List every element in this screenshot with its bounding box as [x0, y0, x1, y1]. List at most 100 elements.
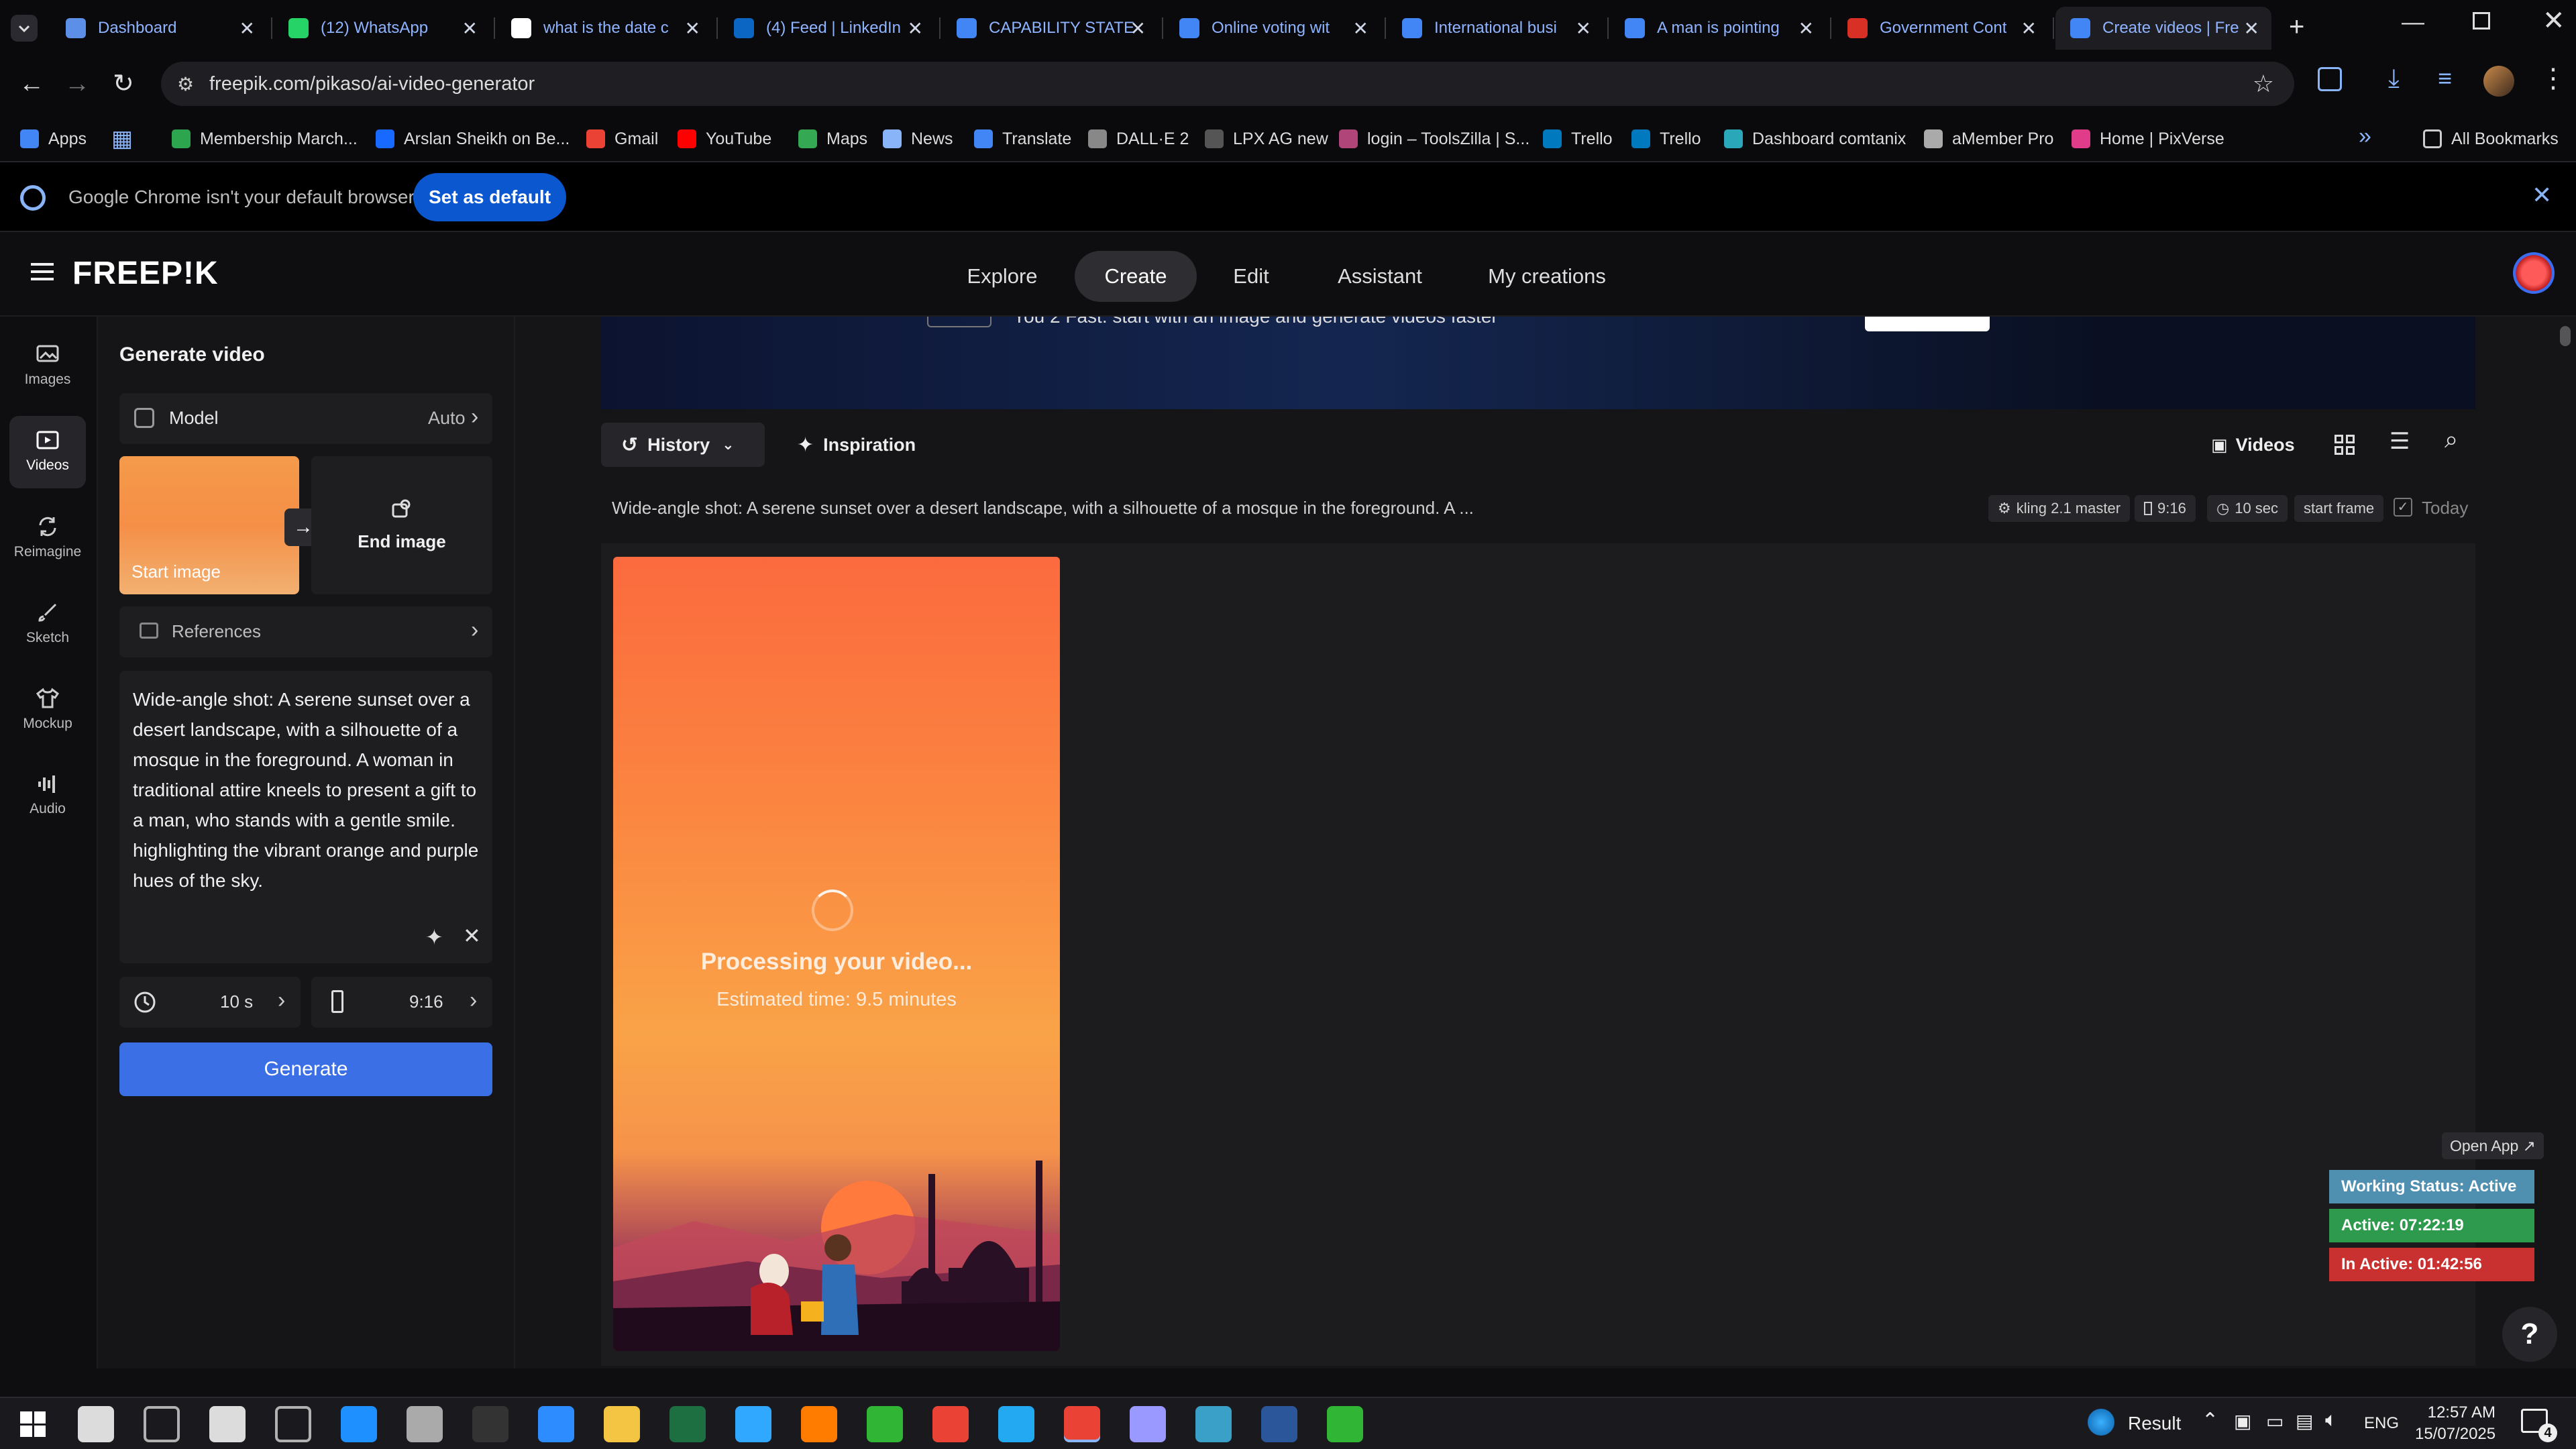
close-tab-icon[interactable]: ✕ — [462, 17, 478, 40]
hamburger-menu-icon[interactable] — [31, 263, 54, 280]
taskbar-app-icon[interactable] — [1130, 1406, 1166, 1442]
bookmark-item[interactable]: LPX AG new — [1205, 115, 1328, 162]
grid-view-icon[interactable] — [2334, 435, 2355, 455]
bookmark-item[interactable]: YouTube — [678, 115, 771, 162]
close-tab-icon[interactable]: ✕ — [2244, 17, 2259, 40]
video-preview-card[interactable]: Processing your video... Estimated time:… — [613, 557, 1060, 1351]
nav-my-creations[interactable]: My creations — [1474, 251, 1619, 302]
taskbar-app-icon[interactable] — [998, 1406, 1034, 1442]
browser-tab[interactable]: (12) WhatsApp ✕ — [274, 7, 490, 50]
close-tab-icon[interactable]: ✕ — [239, 17, 255, 40]
magic-wand-icon[interactable]: ✦ — [425, 924, 443, 950]
bookmark-item[interactable]: Dashboard comtanix — [1724, 115, 1906, 162]
close-infobar-icon[interactable]: ✕ — [2532, 181, 2552, 209]
browser-tab[interactable]: Government Cont ✕ — [1833, 7, 2049, 50]
bookmark-item[interactable]: login – ToolsZilla | S... — [1339, 115, 1529, 162]
tray-display-icon[interactable]: ▭ — [2266, 1410, 2284, 1432]
rail-sketch[interactable]: Sketch — [9, 588, 86, 660]
browser-tab[interactable]: (4) Feed | LinkedIn ✕ — [719, 7, 935, 50]
close-tab-icon[interactable]: ✕ — [1799, 17, 1814, 40]
reload-button[interactable]: ↻ — [113, 68, 134, 99]
search-icon[interactable]: ⌕ — [2445, 425, 2458, 454]
browser-tab[interactable]: CAPABILITY STATE ✕ — [942, 7, 1158, 50]
taskbar-app-icon[interactable] — [604, 1406, 640, 1442]
inspiration-tab[interactable]: ✦ Inspiration — [797, 423, 916, 467]
new-tab-button[interactable]: + — [2289, 12, 2304, 42]
bookmark-item[interactable]: Trello — [1631, 115, 1701, 162]
bookmark-item[interactable]: Gmail — [586, 115, 658, 162]
bookmark-item[interactable]: Arslan Sheikh on Be... — [376, 115, 570, 162]
chrome-menu-button[interactable]: ⋮ — [2540, 63, 2567, 94]
rail-images[interactable]: Images — [9, 330, 86, 402]
references-selector[interactable]: References › — [119, 606, 492, 657]
media-icon[interactable]: ≡ — [2438, 64, 2452, 93]
extension-icon[interactable] — [2318, 67, 2342, 91]
bookmark-item[interactable]: Membership March... — [172, 115, 358, 162]
taskbar-app-icon[interactable] — [275, 1406, 311, 1442]
clock-date[interactable]: 15/07/2025 — [2415, 1425, 2496, 1444]
rail-reimagine[interactable]: Reimagine — [9, 502, 86, 574]
rail-videos[interactable]: Videos — [9, 416, 86, 488]
taskbar-app-icon[interactable] — [538, 1406, 574, 1442]
restore-button[interactable] — [2473, 12, 2490, 30]
generate-button[interactable]: Generate — [119, 1042, 492, 1096]
taskbar-app-icon[interactable] — [407, 1406, 443, 1442]
nav-edit[interactable]: Edit — [1214, 251, 1288, 302]
close-tab-icon[interactable]: ✕ — [1130, 17, 1146, 40]
bookmark-star-icon[interactable]: ☆ — [2253, 70, 2274, 98]
taskbar-app-icon[interactable] — [144, 1406, 180, 1442]
taskbar-app-icon[interactable] — [735, 1406, 771, 1442]
history-dropdown[interactable]: ↺ History ⌄ — [601, 423, 765, 467]
open-app-link[interactable]: Open App ↗ — [2442, 1132, 2544, 1159]
bookmark-item[interactable]: Translate — [974, 115, 1071, 162]
close-window-button[interactable]: ✕ — [2542, 5, 2565, 36]
bookmark-item[interactable]: Maps — [798, 115, 867, 162]
taskbar-app-icon[interactable] — [867, 1406, 903, 1442]
start-image-slot[interactable]: Start image — [119, 456, 299, 594]
language-indicator[interactable]: ENG — [2364, 1414, 2399, 1433]
browser-tab[interactable]: Online voting wit ✕ — [1165, 7, 1381, 50]
taskbar-app-icon[interactable] — [1064, 1406, 1100, 1442]
more-bookmarks-icon[interactable]: » — [2359, 123, 2371, 150]
nav-assistant[interactable]: Assistant — [1322, 251, 1438, 302]
bookmark-item[interactable]: aMember Pro — [1924, 115, 2053, 162]
windows-start-icon[interactable] — [20, 1411, 46, 1437]
bookmark-item[interactable]: Trello — [1543, 115, 1613, 162]
tray-chevron-icon[interactable]: ⌃ — [2202, 1409, 2218, 1432]
back-button[interactable]: ← — [19, 70, 44, 99]
rail-audio[interactable]: Audio — [9, 759, 86, 832]
prompt-textarea[interactable]: Wide-angle shot: A serene sunset over a … — [119, 671, 492, 963]
taskbar-app-icon[interactable] — [78, 1406, 114, 1442]
select-checkbox[interactable]: ✓ — [2394, 498, 2412, 517]
clock-time[interactable]: 12:57 AM — [2422, 1403, 2496, 1422]
help-button[interactable]: ? — [2502, 1307, 2557, 1362]
forward-button[interactable]: → — [64, 70, 90, 99]
apps-grid-icon[interactable]: ▦ — [111, 115, 133, 162]
taskbar-app-icon[interactable] — [472, 1406, 508, 1442]
filters-icon[interactable]: ☰ — [2390, 428, 2410, 455]
all-bookmarks[interactable]: All Bookmarks — [2423, 115, 2559, 162]
taskbar-app-icon[interactable] — [341, 1406, 377, 1442]
end-image-slot[interactable]: End image — [311, 456, 492, 594]
tab-search-button[interactable] — [11, 15, 38, 42]
weather-icon[interactable] — [2088, 1409, 2114, 1436]
set-as-default-button[interactable]: Set as default — [413, 173, 566, 221]
network-icon[interactable]: ▤ — [2296, 1410, 2313, 1432]
close-tab-icon[interactable]: ✕ — [1353, 17, 1368, 40]
close-tab-icon[interactable]: ✕ — [1576, 17, 1591, 40]
close-tab-icon[interactable]: ✕ — [685, 17, 700, 40]
nav-explore[interactable]: Explore — [946, 251, 1059, 302]
taskbar-app-icon[interactable] — [801, 1406, 837, 1442]
bookmark-item[interactable]: DALL·E 2 — [1088, 115, 1189, 162]
duration-selector[interactable]: 10 s › — [119, 977, 301, 1028]
clear-prompt-icon[interactable]: ✕ — [463, 923, 481, 949]
bookmark-item[interactable]: Home | PixVerse — [2072, 115, 2224, 162]
close-tab-icon[interactable]: ✕ — [2021, 17, 2037, 40]
user-avatar[interactable] — [2513, 252, 2555, 294]
omnibox[interactable]: ⚙ freepik.com/pikaso/ai-video-generator … — [161, 62, 2294, 106]
browser-tab[interactable]: International busi ✕ — [1387, 7, 1603, 50]
minimize-button[interactable]: — — [2402, 9, 2424, 36]
result-widget-label[interactable]: Result — [2128, 1413, 2181, 1434]
taskbar-app-icon[interactable] — [209, 1406, 246, 1442]
rail-mockup[interactable]: Mockup — [9, 674, 86, 746]
